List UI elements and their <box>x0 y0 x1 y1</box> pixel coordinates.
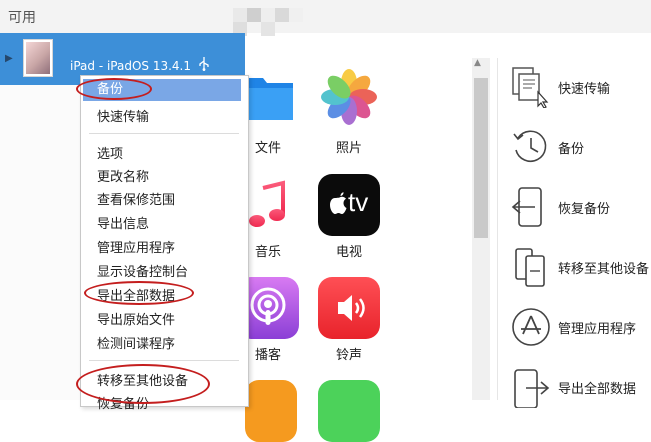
backup-icon <box>513 130 547 163</box>
action-label: 恢复备份 <box>558 202 611 217</box>
action-transfer-device[interactable]: 转移至其他设备 <box>510 246 651 296</box>
music-icon[interactable] <box>245 174 293 236</box>
annotation-ring <box>84 281 194 305</box>
action-label: 导出全部数据 <box>558 382 637 397</box>
context-menu: 备份 快速传输 选项 更改名称 查看保修范围 导出信息 管理应用程序 显示设备控… <box>80 75 249 412</box>
app-label-ringtones: 铃声 <box>336 348 363 363</box>
divider <box>497 58 498 400</box>
menu-item-export-info[interactable]: 导出信息 <box>97 213 149 232</box>
tv-icon[interactable]: tv <box>318 174 380 236</box>
app-label-podcasts: 播客 <box>255 348 282 363</box>
usb-icon <box>199 57 209 71</box>
scrollbar-thumb[interactable] <box>474 78 488 238</box>
section-label: 可用 <box>8 10 36 26</box>
menu-separator <box>89 133 239 134</box>
expand-arrow-icon[interactable]: ▶ <box>5 53 13 64</box>
partial-app-tile[interactable] <box>245 380 297 442</box>
menu-item-device-console[interactable]: 显示设备控制台 <box>97 261 188 280</box>
device-thumbnail <box>23 39 53 77</box>
action-backup[interactable]: 备份 <box>510 126 651 176</box>
device-name: iPad - iPadOS 13.4.1 <box>70 59 192 73</box>
app-label-music: 音乐 <box>255 245 282 260</box>
app-label-tv: 电视 <box>336 245 363 260</box>
scroll-up-arrow-icon[interactable]: ▲ <box>474 58 481 68</box>
top-strip <box>0 0 651 33</box>
menu-item-options[interactable]: 选项 <box>97 143 123 162</box>
menu-item-manage-apps[interactable]: 管理应用程序 <box>97 237 175 256</box>
tv-logo-text: tv <box>348 187 369 217</box>
menu-item-export-raw[interactable]: 导出原始文件 <box>97 309 175 328</box>
menu-separator <box>89 360 239 361</box>
action-label: 管理应用程序 <box>558 322 637 337</box>
action-quick-transfer[interactable]: 快速传输 <box>510 66 651 116</box>
annotation-ring <box>76 78 152 100</box>
action-label: 转移至其他设备 <box>558 262 650 277</box>
photos-icon[interactable] <box>318 66 380 128</box>
menu-item-warranty[interactable]: 查看保修范围 <box>97 189 175 208</box>
action-restore-backup[interactable]: 恢复备份 <box>510 186 651 236</box>
files-icon[interactable] <box>245 66 293 128</box>
quick-transfer-icon <box>512 67 549 108</box>
app-label-photos: 照片 <box>336 141 363 156</box>
app-store-icon <box>512 308 550 346</box>
action-manage-apps[interactable]: 管理应用程序 <box>510 306 651 356</box>
transfer-device-icon <box>515 248 545 287</box>
app-label-files: 文件 <box>255 141 282 156</box>
ringtones-icon[interactable] <box>318 277 380 339</box>
restore-backup-icon <box>511 187 542 227</box>
action-label: 备份 <box>558 142 585 157</box>
menu-item-detect-spyware[interactable]: 检测间谍程序 <box>97 333 175 352</box>
annotation-ring <box>76 364 210 404</box>
action-label: 快速传输 <box>558 82 611 97</box>
export-all-icon <box>514 369 550 408</box>
menu-item-quick-transfer[interactable]: 快速传输 <box>97 106 149 125</box>
menu-item-rename[interactable]: 更改名称 <box>97 166 149 185</box>
action-export-all[interactable]: 导出全部数据 <box>510 366 651 416</box>
partial-app-tile[interactable] <box>318 380 380 442</box>
